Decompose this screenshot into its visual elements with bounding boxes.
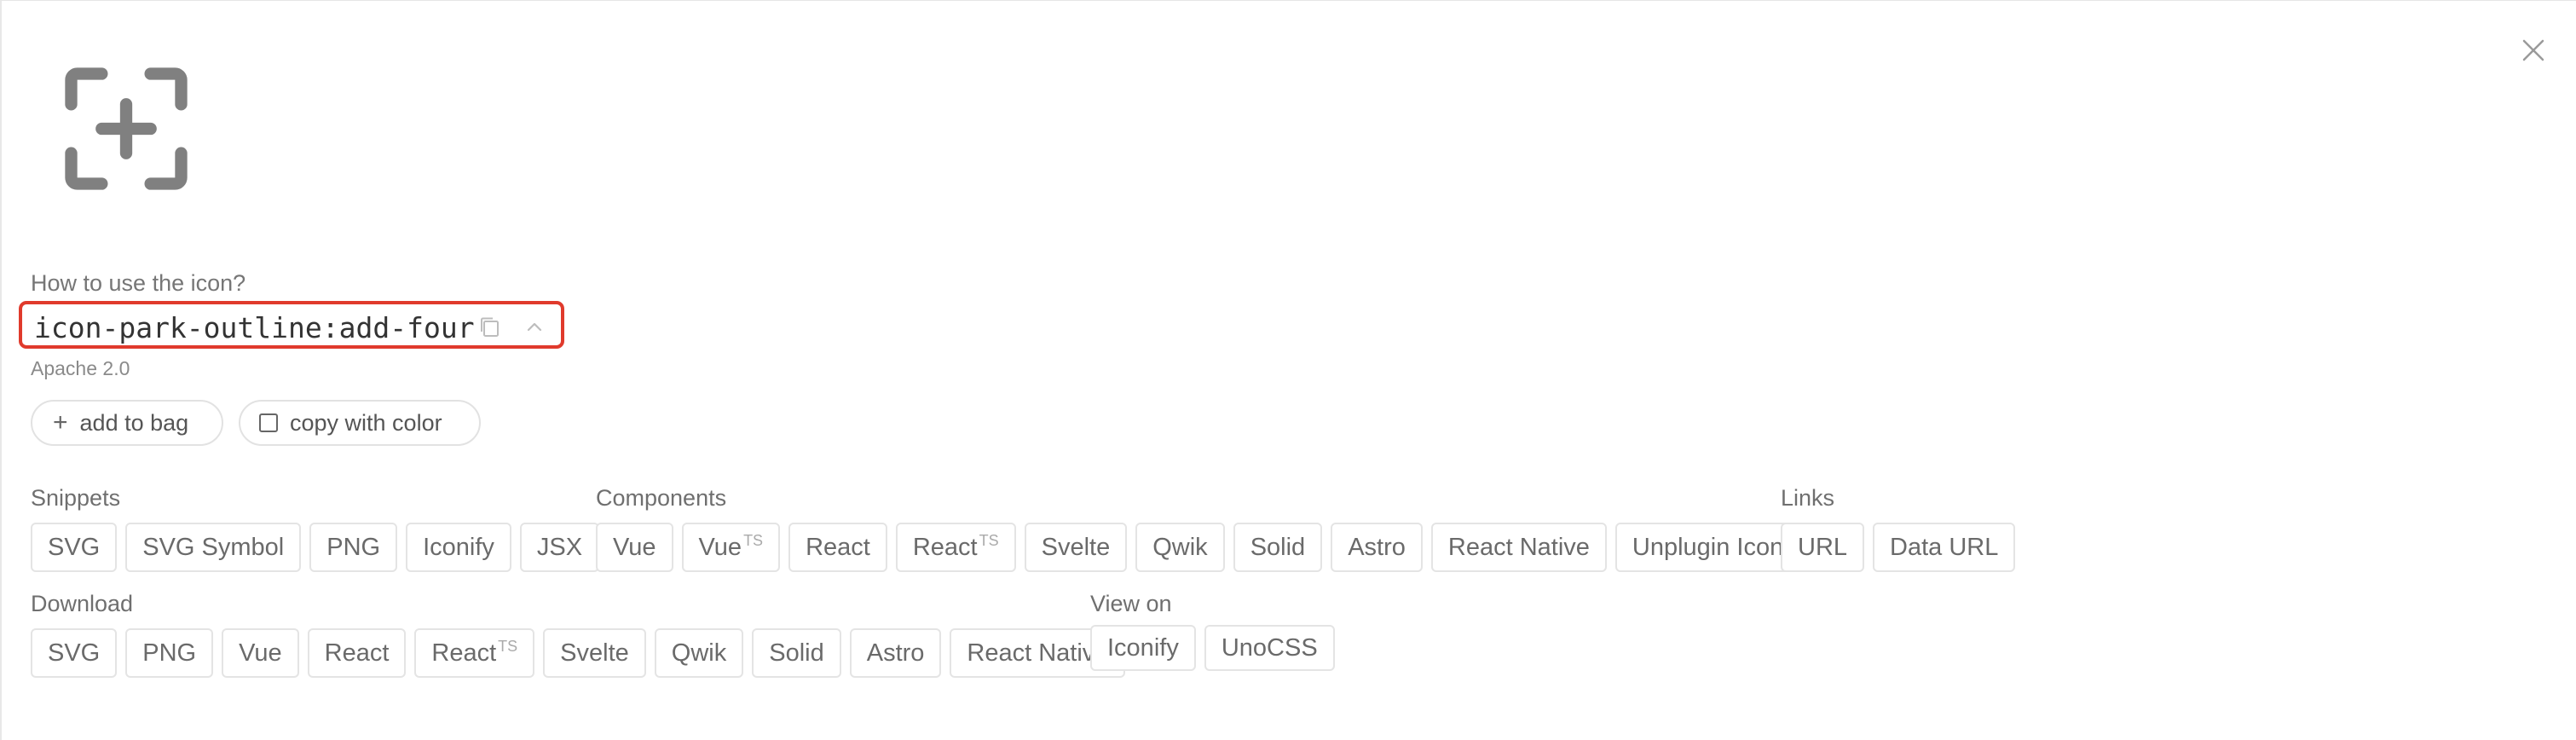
icon-id-text[interactable]: icon-park-outline:add-four <box>34 311 475 344</box>
icon-id-field[interactable]: icon-park-outline:add-four <box>19 301 564 349</box>
links-title: Links <box>1781 485 1835 511</box>
view-on-list: Iconify UnoCSS <box>1090 625 1335 671</box>
download-label: React <box>431 639 497 667</box>
download-vue-button[interactable]: Vue <box>222 628 299 678</box>
download-label: Vue <box>239 639 282 667</box>
download-list: SVG PNG Vue React React TS Svelte Qwik So… <box>31 628 1126 678</box>
link-url-button[interactable]: URL <box>1781 523 1865 572</box>
download-title: Download <box>31 591 134 616</box>
download-label: PNG <box>142 639 197 667</box>
download-label: Solid <box>769 639 824 667</box>
checkbox-icon[interactable] <box>259 413 278 432</box>
download-astro-button[interactable]: Astro <box>849 628 942 678</box>
ts-superscript: TS <box>743 531 764 549</box>
chevron-up-icon[interactable] <box>520 313 549 342</box>
usage-question: How to use the icon? <box>31 270 246 296</box>
component-label: React <box>806 533 870 561</box>
ts-superscript: TS <box>979 531 999 549</box>
download-qwik-button[interactable]: Qwik <box>654 628 744 678</box>
component-vue-button[interactable]: Vue <box>596 523 673 572</box>
download-react-ts-button[interactable]: React TS <box>414 628 535 678</box>
snippet-svg-button[interactable]: SVG <box>31 523 118 572</box>
component-vue-ts-button[interactable]: Vue TS <box>681 523 781 572</box>
component-solid-button[interactable]: Solid <box>1233 523 1323 572</box>
download-label: Astro <box>866 639 925 667</box>
component-label: Unplugin Icons <box>1632 533 1796 561</box>
plus-icon: + <box>53 408 68 436</box>
copy-icon[interactable] <box>476 313 505 342</box>
add-to-bag-label: add to bag <box>79 409 189 436</box>
view-on-title: View on <box>1090 591 1172 616</box>
download-label: React <box>324 639 390 667</box>
snippet-svg-symbol-button[interactable]: SVG Symbol <box>125 523 302 572</box>
copy-with-color-label: copy with color <box>290 409 442 436</box>
download-svg-button[interactable]: SVG <box>31 628 118 678</box>
component-label: React Native <box>1447 533 1590 561</box>
close-icon[interactable] <box>2516 33 2550 67</box>
component-label: Vue <box>613 533 656 561</box>
components-list: Vue Vue TS React React TS Svelte Qwik Soli… <box>596 523 1813 572</box>
download-label: SVG <box>48 639 101 667</box>
download-label: Qwik <box>671 639 727 667</box>
components-title: Components <box>596 485 727 511</box>
snippet-jsx-button[interactable]: JSX <box>519 523 600 572</box>
ts-superscript: TS <box>498 637 518 655</box>
snippets-list: SVG SVG Symbol PNG Iconify JSX <box>31 523 600 572</box>
component-react-ts-button[interactable]: React TS <box>895 523 1016 572</box>
download-png-button[interactable]: PNG <box>125 628 214 678</box>
links-list: URL Data URL <box>1781 523 2016 572</box>
component-label: Vue <box>698 533 742 561</box>
component-label: Svelte <box>1041 533 1111 561</box>
snippet-png-button[interactable]: PNG <box>309 523 398 572</box>
add-to-bag-button[interactable]: + add to bag <box>31 400 223 446</box>
component-label: Qwik <box>1152 533 1208 561</box>
component-label: React <box>912 533 978 561</box>
download-svelte-button[interactable]: Svelte <box>543 628 646 678</box>
component-label: Solid <box>1250 533 1306 561</box>
component-react-button[interactable]: React <box>788 523 887 572</box>
link-data-url-button[interactable]: Data URL <box>1873 523 2016 572</box>
license-label: Apache 2.0 <box>31 357 130 379</box>
view-on-unocss-button[interactable]: UnoCSS <box>1204 625 1335 671</box>
view-on-iconify-button[interactable]: Iconify <box>1090 625 1196 671</box>
download-label: Svelte <box>560 639 629 667</box>
component-qwik-button[interactable]: Qwik <box>1135 523 1225 572</box>
component-svelte-button[interactable]: Svelte <box>1024 523 1128 572</box>
snippets-title: Snippets <box>31 485 121 511</box>
add-four-icon <box>65 67 188 190</box>
snippet-iconify-button[interactable]: Iconify <box>406 523 511 572</box>
component-react-native-button[interactable]: React Native <box>1430 523 1607 572</box>
download-solid-button[interactable]: Solid <box>752 628 841 678</box>
copy-with-color-toggle[interactable]: copy with color <box>239 400 481 446</box>
download-label: React Native <box>967 639 1109 667</box>
component-astro-button[interactable]: Astro <box>1331 523 1423 572</box>
component-label: Astro <box>1348 533 1406 561</box>
download-react-button[interactable]: React <box>307 628 407 678</box>
icon-detail-panel: How to use the icon? icon-park-outline:a… <box>0 0 2576 740</box>
